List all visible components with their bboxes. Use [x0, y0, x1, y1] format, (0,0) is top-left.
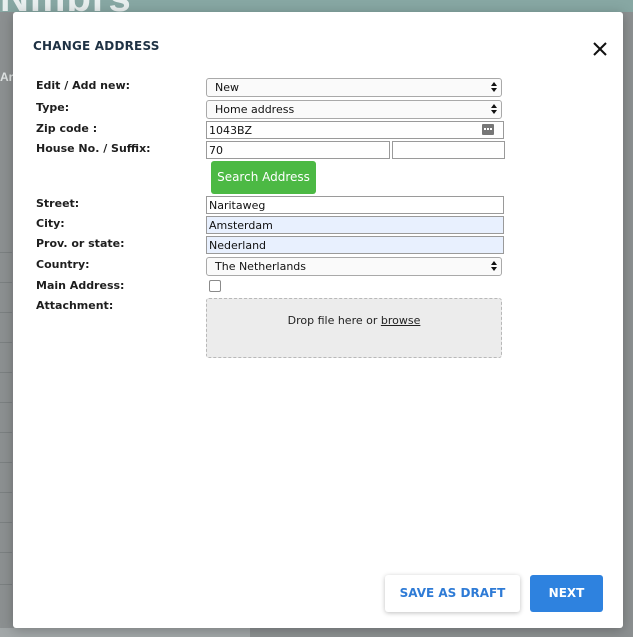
app-divider — [0, 282, 12, 283]
file-dropzone[interactable]: Drop file here or browse — [206, 298, 502, 358]
zip-code-value: 1043BZ — [209, 124, 253, 137]
close-button[interactable] — [591, 40, 609, 58]
app-divider — [0, 402, 12, 403]
zip-code-label: Zip code : — [36, 122, 98, 135]
country-value: The Netherlands — [215, 260, 307, 273]
zip-code-input[interactable]: 1043BZ — [206, 121, 504, 139]
select-arrows-icon — [491, 82, 497, 92]
app-divider — [0, 372, 12, 373]
house-number-value: 70 — [209, 144, 223, 157]
house-no-label: House No. / Suffix: — [36, 142, 151, 155]
city-label: City: — [36, 217, 65, 230]
close-icon — [593, 42, 607, 56]
app-divider — [0, 342, 12, 343]
province-input[interactable]: Nederland — [206, 236, 504, 254]
app-divider — [0, 252, 12, 253]
country-label: Country: — [36, 258, 90, 271]
edit-add-new-value: New — [215, 81, 239, 94]
city-input[interactable]: Amsterdam — [206, 216, 504, 234]
change-address-dialog: CHANGE ADDRESS Edit / Add new: New Type:… — [13, 12, 623, 628]
street-input[interactable]: Naritaweg — [206, 196, 504, 214]
dropzone-text: Drop file here or browse — [287, 314, 421, 327]
dialog-title: CHANGE ADDRESS — [33, 39, 160, 53]
select-arrows-icon — [491, 104, 497, 114]
province-label: Prov. or state: — [36, 237, 125, 250]
app-divider — [0, 584, 12, 585]
house-suffix-input[interactable] — [392, 141, 505, 159]
select-arrows-icon — [491, 261, 497, 271]
app-divider — [0, 432, 12, 433]
type-label: Type: — [36, 101, 70, 114]
city-value: Amsterdam — [209, 219, 273, 232]
app-sidebar-text: Ar — [0, 70, 14, 84]
app-divider — [0, 492, 12, 493]
save-as-draft-button[interactable]: SAVE AS DRAFT — [385, 575, 520, 612]
country-select[interactable]: The Netherlands — [206, 257, 502, 276]
street-value: Naritaweg — [209, 199, 266, 212]
house-number-input[interactable]: 70 — [206, 141, 390, 159]
app-header: Nmbrs® — [0, 0, 633, 12]
edit-add-new-select[interactable]: New — [206, 78, 502, 97]
browse-link[interactable]: browse — [381, 314, 421, 327]
search-address-button[interactable]: Search Address — [211, 161, 316, 194]
app-footer-strip — [0, 628, 250, 637]
main-address-checkbox[interactable] — [209, 280, 221, 292]
province-value: Nederland — [209, 239, 267, 252]
main-address-label: Main Address: — [36, 279, 125, 292]
street-label: Street: — [36, 197, 80, 210]
app-divider — [0, 312, 12, 313]
attachment-label: Attachment: — [36, 299, 114, 312]
type-select[interactable]: Home address — [206, 100, 502, 119]
app-divider — [0, 552, 12, 553]
app-logo: Nmbrs® — [0, 0, 143, 12]
keyboard-icon — [482, 124, 494, 135]
type-value: Home address — [215, 103, 295, 116]
app-divider — [0, 462, 12, 463]
next-button[interactable]: NEXT — [530, 575, 603, 612]
edit-add-new-label: Edit / Add new: — [36, 79, 131, 92]
app-divider — [0, 522, 12, 523]
